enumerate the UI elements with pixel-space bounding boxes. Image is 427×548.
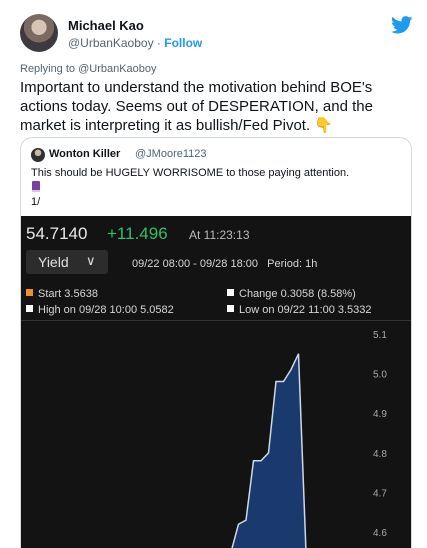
y-tick-label: 4.9 <box>373 409 387 420</box>
y-tick-label: 4.6 <box>373 528 387 539</box>
date-range: 09/22 08:00 - 09/28 18:00 Period: 1h <box>132 258 317 270</box>
y-tick-label: 5.0 <box>373 370 387 381</box>
yield-dropdown-label: Yield <box>38 254 69 270</box>
date-range-text: 09/22 08:00 - 09/28 18:00 <box>132 258 258 270</box>
quoted-author-name: Wonton Killer <box>49 148 121 160</box>
stat-high-text: High on 09/28 10:00 5.0582 <box>38 304 174 316</box>
y-tick-label: 5.1 <box>373 330 387 341</box>
tweet-text: Important to understand the motivation b… <box>20 79 373 134</box>
chevron-down-icon: ∨ <box>86 253 96 268</box>
quoted-avatar <box>31 148 45 162</box>
stat-start-text: Start 3.5638 <box>38 288 98 300</box>
chart-divider <box>21 320 411 321</box>
y-tick-label: 4.8 <box>373 449 387 460</box>
stat-start: Start 3.5638 <box>26 288 98 300</box>
quoted-author-handle: @JMoore1123 <box>135 148 207 160</box>
quoted-text: This should be HUGELY WORRISOME to those… <box>31 167 350 179</box>
stat-low-text: Low on 09/22 11:00 3.5332 <box>239 304 372 316</box>
purple-book-icon <box>32 181 40 192</box>
author-name[interactable]: Michael Kao <box>68 18 144 33</box>
area-plot: 5.1 5.0 4.9 4.8 4.7 4.6 <box>231 330 387 548</box>
quote-time: At 11:23:13 <box>189 228 250 242</box>
current-price: 54.7140 <box>26 224 88 243</box>
replying-to[interactable]: Replying to @UrbanKaoboy <box>20 63 157 75</box>
handle-separator: · <box>153 36 165 50</box>
white-square-icon <box>227 305 234 312</box>
y-tick-label: 4.7 <box>373 489 387 500</box>
stat-low: Low on 09/22 11:00 3.5332 <box>227 304 372 316</box>
yield-dropdown[interactable]: Yield ∨ <box>26 250 108 274</box>
yield-chart: 54.7140 +11.496 At 11:23:13 Yield ∨ 09/2… <box>21 216 411 548</box>
handle-row: @UrbanKaoboy · Follow <box>68 36 202 50</box>
price-change: +11.496 <box>107 224 168 243</box>
orange-square-icon <box>26 289 33 296</box>
white-square-icon <box>26 305 33 312</box>
twitter-bird-icon[interactable] <box>391 16 413 34</box>
thread-number: 1/ <box>31 196 41 208</box>
white-square-icon <box>227 289 234 296</box>
period-text: Period: 1h <box>267 258 318 270</box>
avatar[interactable] <box>20 14 58 52</box>
stat-change: Change 0.3058 (8.58%) <box>227 288 356 300</box>
tweet-card: Michael Kao @UrbanKaoboy · Follow Replyi… <box>0 0 427 548</box>
stat-high: High on 09/28 10:00 5.0582 <box>26 304 174 316</box>
quoted-tweet[interactable]: Wonton Killer @JMoore1123 This should be… <box>20 137 412 548</box>
tweet-header: Michael Kao @UrbanKaoboy · Follow <box>20 14 413 54</box>
author-handle[interactable]: @UrbanKaoboy <box>68 36 154 50</box>
follow-button[interactable]: Follow <box>164 36 202 50</box>
stat-change-text: Change 0.3058 (8.58%) <box>239 288 356 300</box>
